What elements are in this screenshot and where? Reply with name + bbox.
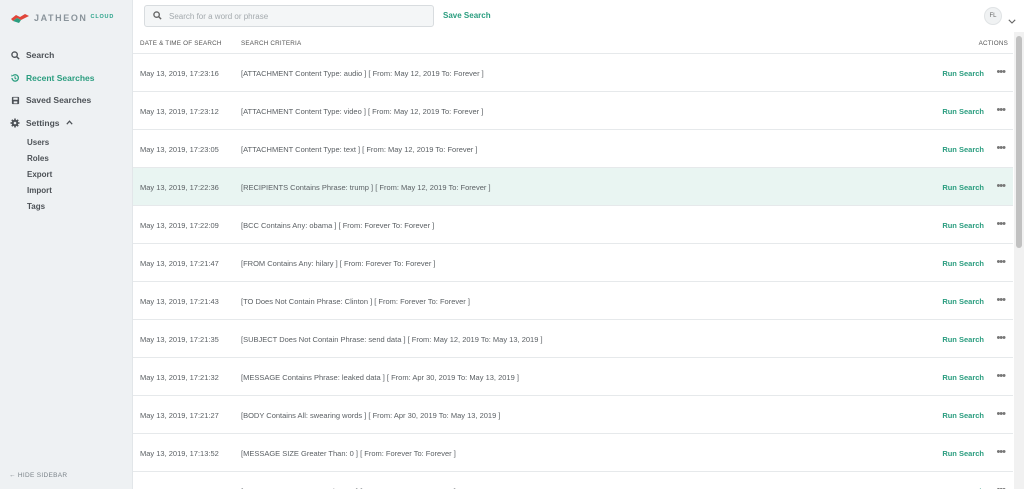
search-date: May 13, 2019, 17:21:27 <box>140 411 219 420</box>
column-header-actions: ACTIONS <box>978 40 1008 47</box>
hide-sidebar-button[interactable]: ← HIDE SIDEBAR <box>9 472 67 479</box>
search-criteria: [MESSAGE Contains Phrase: leaked data ] … <box>241 373 519 382</box>
search-criteria: [BCC Contains Any: obama ] [ From: Forev… <box>241 221 435 230</box>
gear-icon <box>10 118 20 128</box>
sidebar-item-saved-searches[interactable]: Saved Searches <box>0 89 133 112</box>
search-date: May 13, 2019, 17:23:16 <box>140 69 219 78</box>
search-criteria: [TO Does Not Contain Phrase: Clinton ] [… <box>241 297 470 306</box>
more-options-icon[interactable]: ••• <box>996 484 1006 489</box>
table-row[interactable]: May 13, 2019, 17:23:16 [ATTACHMENT Conten… <box>133 54 1013 92</box>
sidebar-subitem-roles[interactable]: Roles <box>27 151 133 167</box>
search-date: May 13, 2019, 17:23:12 <box>140 107 219 116</box>
search-date: May 13, 2019, 17:23:05 <box>140 145 219 154</box>
run-search-button[interactable]: Run Search <box>942 107 984 116</box>
table-row[interactable]: May 13, 2019, 17:21:43 [TO Does Not Conta… <box>133 282 1013 320</box>
search-criteria: [RECIPIENTS Contains Phrase: trump ] [ F… <box>241 183 491 192</box>
user-avatar[interactable]: FL <box>984 7 1002 25</box>
scrollbar-thumb[interactable] <box>1016 36 1022 248</box>
history-icon <box>10 73 20 83</box>
search-criteria: [ATTACHMENT Content Type: text ] [ From:… <box>241 145 478 154</box>
more-options-icon[interactable]: ••• <box>996 446 1006 458</box>
more-options-icon[interactable]: ••• <box>996 218 1006 230</box>
table-row[interactable]: May 13, 2019, 17:22:36 [RECIPIENTS Contai… <box>133 168 1013 206</box>
search-criteria: [MESSAGE SIZE Greater Than: 0 ] [ From: … <box>241 449 456 458</box>
search-criteria: [FROM Contains Any: hilary ] [ From: For… <box>241 259 436 268</box>
more-options-icon[interactable]: ••• <box>996 370 1006 382</box>
table-header: DATE & TIME OF SEARCH SEARCH CRITERIA AC… <box>133 32 1013 54</box>
run-search-button[interactable]: Run Search <box>942 145 984 154</box>
sidebar: JATHEON CLOUD Search Recent Searches Sav… <box>0 0 133 489</box>
search-date: May 13, 2019, 17:21:32 <box>140 373 219 382</box>
run-search-button[interactable]: Run Search <box>942 183 984 192</box>
table-row[interactable]: May 13, 2019, 17:13:52 [MESSAGE SIZE Grea… <box>133 434 1013 472</box>
save-search-button[interactable]: Save Search <box>443 11 491 20</box>
chevron-up-icon <box>65 118 73 127</box>
sidebar-nav: Search Recent Searches Saved Searches Se… <box>0 44 133 215</box>
run-search-button[interactable]: Run Search <box>942 259 984 268</box>
arrow-left-icon: ← <box>9 472 16 479</box>
sidebar-item-label: Saved Searches <box>26 95 92 106</box>
more-options-icon[interactable]: ••• <box>996 142 1006 154</box>
brand-logo[interactable]: JATHEON CLOUD <box>10 9 114 27</box>
sidebar-subitem-export[interactable]: Export <box>27 167 133 183</box>
recent-searches-table: DATE & TIME OF SEARCH SEARCH CRITERIA AC… <box>133 32 1013 489</box>
sidebar-item-recent-searches[interactable]: Recent Searches <box>0 67 133 90</box>
sidebar-item-search[interactable]: Search <box>0 44 133 67</box>
settings-subnav: Users Roles Export Import Tags <box>0 135 133 215</box>
more-options-icon[interactable]: ••• <box>996 408 1006 420</box>
brand-name: JATHEON <box>34 13 88 23</box>
run-search-button[interactable]: Run Search <box>942 335 984 344</box>
run-search-button[interactable]: Run Search <box>942 411 984 420</box>
more-options-icon[interactable]: ••• <box>996 294 1006 306</box>
search-date: May 13, 2019, 17:13:52 <box>140 449 219 458</box>
search-criteria: [SUBJECT Does Not Contain Phrase: send d… <box>241 335 543 344</box>
sidebar-subitem-tags[interactable]: Tags <box>27 199 133 215</box>
sidebar-item-label: Search <box>26 50 55 61</box>
brand-sub: CLOUD <box>90 13 115 20</box>
column-header-date: DATE & TIME OF SEARCH <box>140 40 222 47</box>
table-row[interactable]: May 13, 2019, 17:22:09 [BCC Contains Any:… <box>133 206 1013 244</box>
search-date: May 13, 2019, 17:22:09 <box>140 221 219 230</box>
chevron-down-icon[interactable] <box>1008 11 1016 29</box>
search-criteria: [ATTACHMENT Content Type: video ] [ From… <box>241 107 484 116</box>
sidebar-subitem-users[interactable]: Users <box>27 135 133 151</box>
more-options-icon[interactable]: ••• <box>996 256 1006 268</box>
column-header-criteria: SEARCH CRITERIA <box>241 40 302 47</box>
run-search-button[interactable]: Run Search <box>942 297 984 306</box>
hide-sidebar-label: HIDE SIDEBAR <box>17 472 68 479</box>
scrollbar[interactable] <box>1014 32 1024 489</box>
more-options-icon[interactable]: ••• <box>996 66 1006 78</box>
more-options-icon[interactable]: ••• <box>996 332 1006 344</box>
top-bar: Save Search FL <box>133 0 1024 32</box>
jatheon-logo-icon <box>11 14 29 23</box>
table-row[interactable]: May 13, 2019, 17:23:12 [ATTACHMENT Conten… <box>133 92 1013 130</box>
table-row[interactable]: May 13, 2019, 17:21:35 [SUBJECT Does Not … <box>133 320 1013 358</box>
sidebar-item-label: Recent Searches <box>26 72 95 83</box>
table-row[interactable]: May 13, 2019, 17:21:27 [BODY Contains All… <box>133 396 1013 434</box>
run-search-button[interactable]: Run Search <box>942 449 984 458</box>
search-icon <box>153 7 162 25</box>
table-row[interactable]: May 13, 2019, 17:13:50[MESSAGE SIZE Grea… <box>133 472 1013 489</box>
search-date: May 13, 2019, 17:21:35 <box>140 335 219 344</box>
run-search-button[interactable]: Run Search <box>942 69 984 78</box>
save-icon <box>10 95 20 105</box>
search-criteria: [BODY Contains All: swearing words ] [ F… <box>241 411 501 420</box>
table-row[interactable]: May 13, 2019, 17:21:47 [FROM Contains Any… <box>133 244 1013 282</box>
run-search-button[interactable]: Run Search <box>942 373 984 382</box>
more-options-icon[interactable]: ••• <box>996 104 1006 116</box>
search-box[interactable] <box>144 5 434 27</box>
run-search-button[interactable]: Run Search <box>942 221 984 230</box>
search-input[interactable] <box>169 11 419 21</box>
search-icon <box>10 50 20 60</box>
table-row[interactable]: May 13, 2019, 17:21:32 [MESSAGE Contains … <box>133 358 1013 396</box>
search-date: May 13, 2019, 17:21:43 <box>140 297 219 306</box>
search-date: May 13, 2019, 17:21:47 <box>140 259 219 268</box>
search-date: May 13, 2019, 17:22:36 <box>140 183 219 192</box>
sidebar-subitem-import[interactable]: Import <box>27 183 133 199</box>
search-criteria: [ATTACHMENT Content Type: audio ] [ From… <box>241 69 484 78</box>
table-row[interactable]: May 13, 2019, 17:23:05 [ATTACHMENT Conten… <box>133 130 1013 168</box>
more-options-icon[interactable]: ••• <box>996 180 1006 192</box>
sidebar-item-label: Settings <box>26 117 60 128</box>
sidebar-item-settings[interactable]: Settings <box>0 112 133 135</box>
